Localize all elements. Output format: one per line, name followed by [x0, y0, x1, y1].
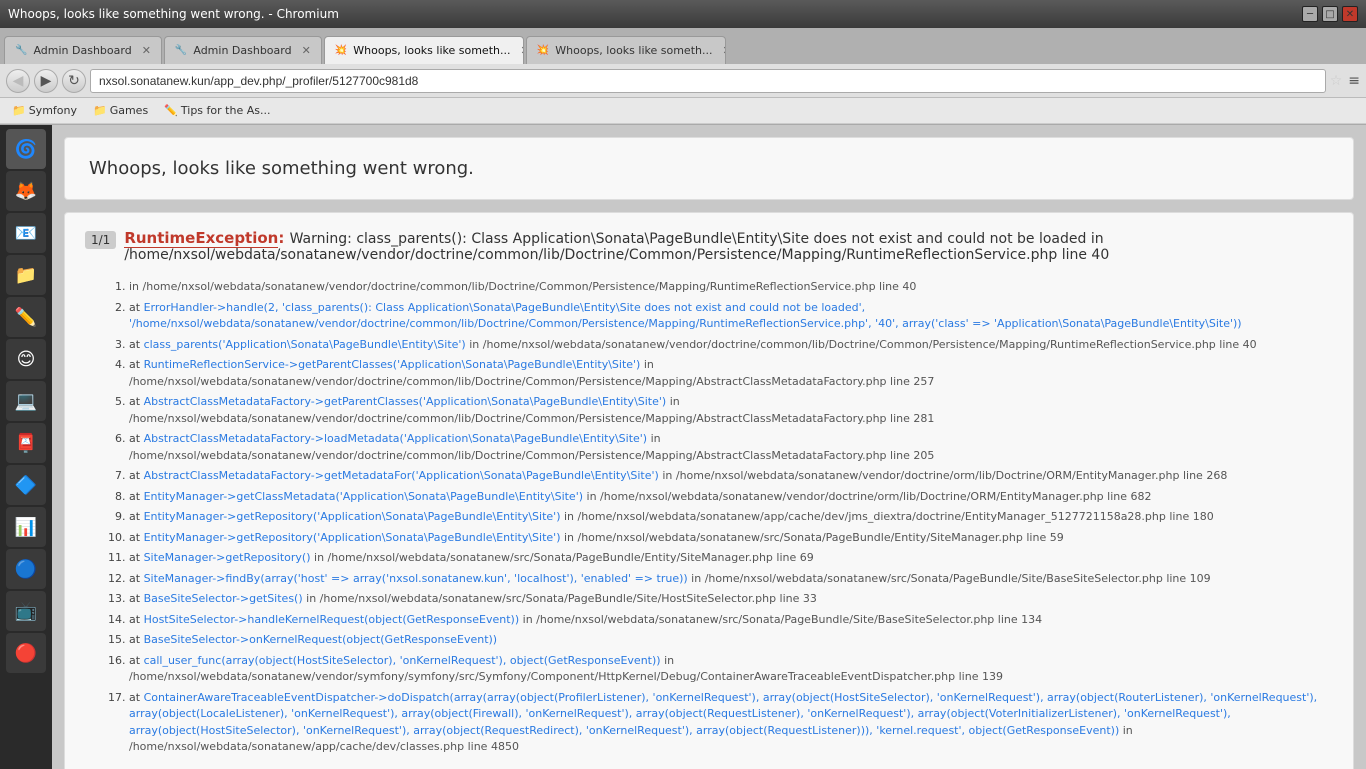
- stack-frame-7: at AbstractClassMetadataFactory->getMeta…: [129, 468, 1333, 485]
- sidebar-icon-13[interactable]: 🔴: [6, 633, 46, 673]
- error-header-text: Whoops, looks like something went wrong.: [89, 158, 474, 179]
- tab-label-4: Whoops, looks like someth...: [555, 44, 712, 57]
- main-layout: 🌀 🦊 📧 📁 ✏️ 😊 💻 📮 🔷 📊 🔵 📺 🔴 Whoops, looks…: [0, 125, 1366, 769]
- tab-whoops-2[interactable]: 💥 Whoops, looks like someth... ✕: [526, 36, 726, 64]
- stack-frame-16: at call_user_func(array(object(HostSiteS…: [129, 653, 1333, 686]
- stack-link-9[interactable]: EntityManager->getRepository('Applicatio…: [144, 510, 561, 523]
- tab-favicon-2: 🔧: [175, 45, 187, 56]
- forward-button[interactable]: ▶: [34, 69, 58, 93]
- stack-link-10[interactable]: EntityManager->getRepository('Applicatio…: [144, 531, 561, 544]
- bookmark-label-symfony: Symfony: [29, 104, 77, 117]
- error-body: 1/1 RuntimeException: Warning: class_par…: [64, 212, 1354, 769]
- maximize-button[interactable]: □: [1322, 6, 1338, 22]
- stack-link-14[interactable]: HostSiteSelector->handleKernelRequest(ob…: [144, 613, 520, 626]
- sidebar-icon-4[interactable]: 📁: [6, 255, 46, 295]
- stack-link-17[interactable]: ContainerAwareTraceableEventDispatcher->…: [129, 691, 1317, 737]
- sidebar-icon-1[interactable]: 🌀: [6, 129, 46, 169]
- bookmark-label-tips: Tips for the As...: [181, 104, 271, 117]
- close-button[interactable]: ✕: [1342, 6, 1358, 22]
- stack-trace: in /home/nxsol/webdata/sonatanew/vendor/…: [85, 279, 1333, 756]
- tab-close-1[interactable]: ✕: [142, 44, 151, 57]
- bookmark-icon-games: 📁: [93, 104, 107, 117]
- window-controls: ─ □ ✕: [1302, 6, 1358, 22]
- sidebar-icon-7[interactable]: 💻: [6, 381, 46, 421]
- bookmark-icon-tips: ✏️: [164, 104, 178, 117]
- stack-link-13[interactable]: BaseSiteSelector->getSites(): [144, 592, 303, 605]
- stack-link-8[interactable]: EntityManager->getClassMetadata('Applica…: [144, 490, 583, 503]
- tab-label-3: Whoops, looks like someth...: [353, 44, 510, 57]
- settings-button[interactable]: ≡: [1348, 73, 1360, 89]
- sidebar-icon-5[interactable]: ✏️: [6, 297, 46, 337]
- stack-link-12[interactable]: SiteManager->findBy(array('host' => arra…: [144, 572, 688, 585]
- error-counter: 1/1: [85, 231, 116, 249]
- stack-link-5[interactable]: AbstractClassMetadataFactory->getParentC…: [144, 395, 667, 408]
- error-header: Whoops, looks like something went wrong.: [64, 137, 1354, 200]
- tab-admin-2[interactable]: 🔧 Admin Dashboard ✕: [164, 36, 322, 64]
- stack-frame-4: at RuntimeReflectionService->getParentCl…: [129, 357, 1333, 390]
- sidebar-icon-10[interactable]: 📊: [6, 507, 46, 547]
- tab-whoops-1[interactable]: 💥 Whoops, looks like someth... ✕: [324, 36, 524, 64]
- tab-close-4[interactable]: ✕: [722, 44, 725, 57]
- sidebar-icon-8[interactable]: 📮: [6, 423, 46, 463]
- stack-link-15[interactable]: BaseSiteSelector->onKernelRequest(object…: [144, 633, 498, 646]
- stack-frame-12: at SiteManager->findBy(array('host' => a…: [129, 571, 1333, 588]
- tab-close-3[interactable]: ✕: [520, 44, 523, 57]
- stack-link-11[interactable]: SiteManager->getRepository(): [144, 551, 311, 564]
- error-title: RuntimeException:: [124, 229, 289, 248]
- stack-frame-17: at ContainerAwareTraceableEventDispatche…: [129, 690, 1333, 756]
- reload-button[interactable]: ↻: [62, 69, 86, 93]
- window-titlebar: Whoops, looks like something went wrong.…: [0, 0, 1366, 28]
- stack-frame-15: at BaseSiteSelector->onKernelRequest(obj…: [129, 632, 1333, 649]
- sidebar-icon-3[interactable]: 📧: [6, 213, 46, 253]
- tab-favicon-1: 🔧: [15, 45, 27, 56]
- tabs-row: 🔧 Admin Dashboard ✕ 🔧 Admin Dashboard ✕ …: [0, 28, 1366, 64]
- stack-frame-6: at AbstractClassMetadataFactory->loadMet…: [129, 431, 1333, 464]
- stack-frame-11: at SiteManager->getRepository() in /home…: [129, 550, 1333, 567]
- stack-link-2[interactable]: ErrorHandler->handle(2, 'class_parents()…: [129, 301, 1242, 331]
- bookmark-icon-symfony: 📁: [12, 104, 26, 117]
- window-title: Whoops, looks like something went wrong.…: [8, 7, 339, 21]
- stack-link-16[interactable]: call_user_func(array(object(HostSiteSele…: [144, 654, 661, 667]
- stack-frame-5: at AbstractClassMetadataFactory->getPare…: [129, 394, 1333, 427]
- bookmark-tips[interactable]: ✏️ Tips for the As...: [160, 102, 274, 119]
- stack-frame-10: at EntityManager->getRepository('Applica…: [129, 530, 1333, 547]
- minimize-button[interactable]: ─: [1302, 6, 1318, 22]
- sidebar-icon-9[interactable]: 🔷: [6, 465, 46, 505]
- stack-link-3[interactable]: class_parents('Application\Sonata\PageBu…: [144, 338, 466, 351]
- tab-favicon-3: 💥: [335, 45, 347, 56]
- sidebar-icon-11[interactable]: 🔵: [6, 549, 46, 589]
- stack-link-4[interactable]: RuntimeReflectionService->getParentClass…: [144, 358, 641, 371]
- stack-link-6[interactable]: AbstractClassMetadataFactory->loadMetada…: [144, 432, 648, 445]
- sidebar-icon-12[interactable]: 📺: [6, 591, 46, 631]
- stack-link-7[interactable]: AbstractClassMetadataFactory->getMetadat…: [144, 469, 659, 482]
- address-bar[interactable]: [90, 69, 1326, 93]
- bookmarks-bar: 📁 Symfony 📁 Games ✏️ Tips for the As...: [0, 98, 1366, 124]
- back-button[interactable]: ◀: [6, 69, 30, 93]
- stack-frame-1: in /home/nxsol/webdata/sonatanew/vendor/…: [129, 279, 1333, 296]
- tab-favicon-4: 💥: [537, 45, 549, 56]
- exception-class-link[interactable]: RuntimeException: [124, 229, 278, 248]
- stack-frame-13: at BaseSiteSelector->getSites() in /home…: [129, 591, 1333, 608]
- sidebar-icon-6[interactable]: 😊: [6, 339, 46, 379]
- bookmark-symfony[interactable]: 📁 Symfony: [8, 102, 81, 119]
- stack-frame-14: at HostSiteSelector->handleKernelRequest…: [129, 612, 1333, 629]
- stack-frame-9: at EntityManager->getRepository('Applica…: [129, 509, 1333, 526]
- bookmark-button[interactable]: ☆: [1330, 73, 1343, 89]
- tab-label-1: Admin Dashboard: [33, 44, 131, 57]
- tab-close-2[interactable]: ✕: [302, 44, 311, 57]
- tab-admin-1[interactable]: 🔧 Admin Dashboard ✕: [4, 36, 162, 64]
- bookmark-label-games: Games: [110, 104, 148, 117]
- tab-label-2: Admin Dashboard: [193, 44, 291, 57]
- content-area: Whoops, looks like something went wrong.…: [52, 125, 1366, 769]
- stack-frame-8: at EntityManager->getClassMetadata('Appl…: [129, 489, 1333, 506]
- sidebar: 🌀 🦊 📧 📁 ✏️ 😊 💻 📮 🔷 📊 🔵 📺 🔴: [0, 125, 52, 769]
- bookmark-games[interactable]: 📁 Games: [89, 102, 152, 119]
- stack-frame-3: at class_parents('Application\Sonata\Pag…: [129, 337, 1333, 354]
- sidebar-icon-2[interactable]: 🦊: [6, 171, 46, 211]
- stack-frame-2: at ErrorHandler->handle(2, 'class_parent…: [129, 300, 1333, 333]
- nav-row: ◀ ▶ ↻ ☆ ≡: [0, 64, 1366, 98]
- browser-toolbar: 🔧 Admin Dashboard ✕ 🔧 Admin Dashboard ✕ …: [0, 28, 1366, 125]
